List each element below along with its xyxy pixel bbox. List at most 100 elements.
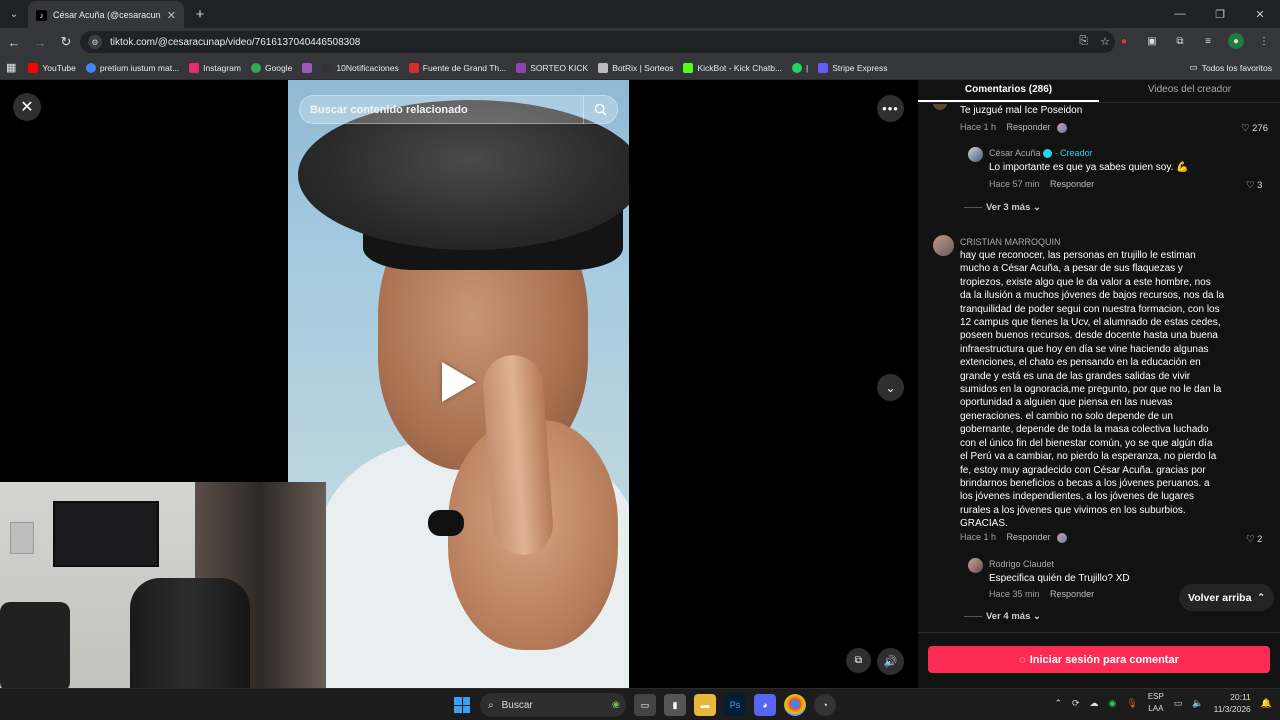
tab-comments[interactable]: Comentarios (286) (918, 80, 1099, 102)
bookmark-whatsapp[interactable]: | (792, 62, 808, 73)
notifications-icon[interactable]: 🔔 (1261, 698, 1272, 709)
comment-author[interactable]: César Acuña · Creador (989, 148, 1093, 159)
network-icon[interactable]: ▭ (1174, 698, 1183, 709)
comment-author[interactable]: CRISTIAN MARROQUIN (960, 237, 1061, 247)
file-explorer-icon[interactable]: ▬ (694, 694, 716, 716)
like-count[interactable]: ♡ 2 (1246, 534, 1262, 545)
profile-avatar-icon[interactable]: ● (1228, 33, 1244, 49)
comment-meta: Hace 57 min Responder (989, 179, 1094, 189)
chevron-up-icon[interactable]: ⌃ (1054, 698, 1062, 709)
avatar[interactable] (933, 104, 947, 110)
language-indicator[interactable]: ESP LAA (1148, 691, 1164, 715)
windows-start-icon[interactable] (454, 697, 470, 713)
url-actions: ⎘ ☆ (1079, 35, 1110, 48)
tab-close-icon[interactable]: ✕ (167, 9, 176, 22)
extensions-puzzle-icon[interactable]: ⧉ (1172, 33, 1188, 49)
install-app-icon[interactable]: ⎘ (1079, 35, 1088, 48)
sync-icon[interactable]: ⟳ (1072, 698, 1080, 709)
bookmark-kickbot[interactable]: KickBot - Kick Chatb... (683, 62, 782, 73)
like-count[interactable]: ♡ 3 (1246, 180, 1262, 191)
app-tray-icon[interactable]: ◉ (1109, 698, 1117, 709)
chrome-icon[interactable] (784, 694, 806, 716)
related-search-placeholder: Buscar contenido relacionado (310, 103, 468, 116)
bookmark-google[interactable]: Google (250, 62, 292, 73)
new-tab-button[interactable]: + (188, 2, 212, 26)
apps-grid-icon[interactable]: ▦ (6, 61, 16, 74)
comments-list: Te juzgué mal Ice Poseidon Hace 1 h Resp… (918, 104, 1280, 636)
instagram-icon (189, 62, 200, 73)
cloud-icon[interactable]: ☁ (1090, 698, 1099, 709)
bookmark-stripe[interactable]: Stripe Express (818, 62, 888, 73)
tiktok-favicon-icon: ♪ (36, 9, 47, 21)
bookmark-botrix[interactable]: BotRix | Sorteos (598, 62, 673, 73)
see-more-replies-button[interactable]: Ver 4 más ⌄ (964, 611, 1041, 622)
reply-button[interactable]: Responder (1007, 122, 1051, 132)
taskbar-search[interactable]: ⌕ Buscar ❀ (480, 693, 626, 717)
reply-button[interactable]: Responder (1050, 179, 1094, 189)
reply-button[interactable]: Responder (1007, 532, 1051, 542)
app-icon[interactable]: ▮ (664, 694, 686, 716)
forward-arrow-icon[interactable]: → (28, 30, 52, 54)
tab-creator-videos[interactable]: Videos del creador (1099, 80, 1280, 102)
bookmark-pretium[interactable]: pretium iustum mat... (85, 62, 179, 73)
pip-icon: ⧉ (854, 655, 863, 666)
bookmark-pinwheel[interactable] (302, 62, 313, 73)
task-view-icon[interactable]: ▭ (634, 694, 656, 716)
login-to-comment-button[interactable]: ◌ Iniciar sesión para comentar (928, 646, 1270, 673)
floating-player-button[interactable]: ⧉ (846, 648, 871, 673)
search-icon: ⌕ (488, 699, 494, 711)
volume-icon[interactable]: 🔈 (1192, 698, 1203, 709)
webcam-content (0, 602, 70, 688)
photoshop-icon[interactable]: Ps (724, 694, 746, 716)
close-window-icon[interactable]: ✕ (1240, 0, 1280, 28)
back-arrow-icon[interactable]: ← (2, 30, 26, 54)
more-options-button[interactable]: ••• (877, 95, 904, 122)
back-to-top-button[interactable]: Volver arriba ⌃ (1179, 584, 1274, 611)
clock[interactable]: 20:11 11/3/2026 (1214, 691, 1251, 715)
site-info-icon[interactable]: ⚙ (88, 35, 102, 49)
whatsapp-icon (792, 62, 803, 73)
reload-icon[interactable]: ↻ (54, 30, 78, 54)
avatar[interactable] (933, 235, 954, 256)
related-search-input[interactable]: Buscar contenido relacionado (299, 95, 618, 124)
volume-button[interactable]: 🔊 (877, 648, 904, 675)
microphone-icon[interactable]: 🎙 (1126, 698, 1137, 709)
see-more-replies-button[interactable]: Ver 3 más ⌄ (964, 202, 1041, 213)
like-count[interactable]: ♡ 276 (1241, 123, 1268, 134)
search-icon[interactable] (583, 95, 617, 124)
bookmark-instagram[interactable]: Instagram (189, 62, 241, 73)
pinwheel-icon (302, 62, 313, 73)
bookmark-10notificaciones[interactable]: 10Notificaciones (322, 62, 399, 73)
minimize-icon[interactable]: — (1160, 0, 1200, 28)
avatar[interactable] (968, 558, 983, 573)
botrix-icon (598, 62, 609, 73)
all-bookmarks-folder[interactable]: ▭ Todos los favoritos (1190, 62, 1272, 73)
video-content (428, 510, 464, 536)
extension-icon[interactable]: ▣ (1144, 33, 1160, 49)
reply-button[interactable]: Responder (1050, 589, 1094, 599)
close-video-button[interactable]: ✕ (13, 93, 41, 121)
comment-author[interactable]: Rodrigo Claudet (989, 559, 1054, 569)
extension-record-icon[interactable]: ● (1116, 33, 1132, 49)
next-video-button[interactable]: ⌄ (877, 374, 904, 401)
bookmark-star-icon[interactable]: ☆ (1100, 35, 1110, 48)
comment-text: hay que reconocer, las personas en truji… (960, 250, 1225, 530)
bookmark-gta[interactable]: Fuente de Grand Th... (408, 62, 506, 73)
browser-tab-active[interactable]: ♪ César Acuña (@cesaracunap) | T ✕ (28, 1, 184, 29)
media-controls-icon[interactable]: ≡ (1200, 33, 1216, 49)
video-frame[interactable]: Buscar contenido relacionado (288, 80, 629, 688)
play-icon[interactable] (442, 362, 476, 402)
discord-icon[interactable]: ◕ (754, 694, 776, 716)
url-field[interactable]: ⚙ tiktok.com/@cesaracunap/video/76161370… (80, 31, 1115, 53)
restore-icon[interactable]: ❐ (1200, 0, 1240, 28)
creator-liked-avatar (1057, 532, 1068, 543)
avatar[interactable] (968, 147, 983, 162)
taskbar: ⌕ Buscar ❀ ▭ ▮ ▬ Ps ◕ ◔ ⌃ ⟳ ☁ ◉ 🎙 ESP LA… (0, 688, 1280, 720)
tab-search-button[interactable]: ⌄ (0, 0, 28, 28)
bookmark-sorteo-kick[interactable]: SORTEO KICK (516, 62, 588, 73)
app-icon[interactable]: ◔ (814, 694, 836, 716)
heart-icon: ♡ (1241, 123, 1250, 134)
bookmark-youtube[interactable]: YouTube (28, 62, 76, 73)
stripe-icon (818, 62, 829, 73)
browser-menu-icon[interactable]: ⋮ (1256, 33, 1272, 49)
